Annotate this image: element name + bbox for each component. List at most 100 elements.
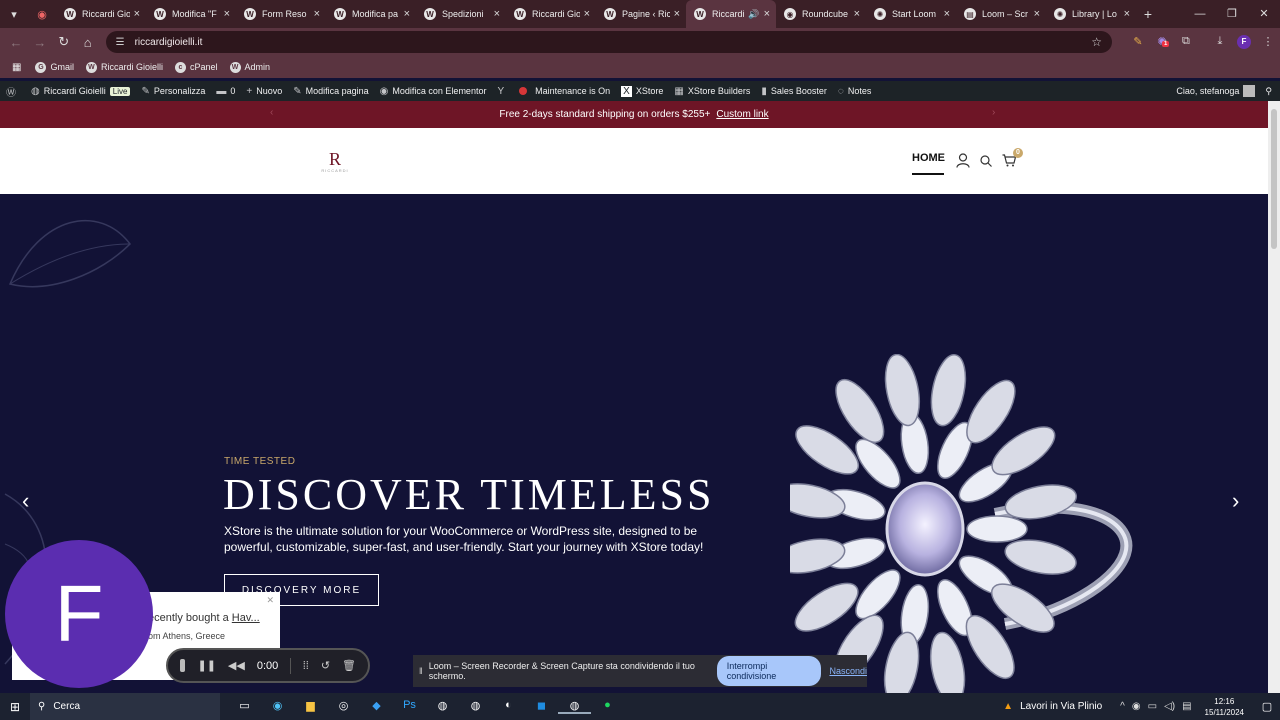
- browser-tab[interactable]: W Pagine ‹ Ric ×: [596, 0, 686, 28]
- windows-start-icon[interactable]: ⊞: [0, 700, 30, 714]
- pause-icon[interactable]: ❚❚: [197, 659, 215, 672]
- taskbar-search[interactable]: ⚲ Cerca: [30, 693, 220, 720]
- stop-recording-icon[interactable]: [180, 659, 186, 672]
- news-widget[interactable]: ▲ Lavori in Via Plinio: [1003, 701, 1102, 712]
- bookmark-item[interactable]: G Gmail: [35, 61, 74, 73]
- restore-icon[interactable]: ❐: [1216, 0, 1248, 28]
- site-logo[interactable]: R RICCARDI: [319, 150, 351, 173]
- wp-edit-page-link[interactable]: ✎ Modifica pagina: [293, 86, 368, 97]
- home-button[interactable]: ⌂: [76, 35, 100, 50]
- vscode-icon[interactable]: ◆: [360, 699, 393, 714]
- edge-icon[interactable]: ◉: [261, 699, 294, 714]
- tab-close-icon[interactable]: ×: [314, 8, 320, 20]
- slider-next-arrow-icon[interactable]: ›: [1232, 488, 1239, 514]
- yoast-icon[interactable]: Y: [497, 86, 508, 97]
- browser-tab[interactable]: ✺ Start Loom ×: [866, 0, 956, 28]
- wp-xstore-link[interactable]: X XStore: [621, 85, 663, 97]
- restart-icon[interactable]: ↺: [321, 659, 330, 672]
- promo-link[interactable]: Custom link: [716, 109, 768, 120]
- tab-close-icon[interactable]: ×: [404, 8, 410, 20]
- tray-chevron-icon[interactable]: ^: [1120, 701, 1125, 712]
- browser-tab[interactable]: W Spedizioni ×: [416, 0, 506, 28]
- tab-close-icon[interactable]: ×: [224, 8, 230, 20]
- download-icon[interactable]: ⤓: [1208, 35, 1232, 49]
- tray-app-icon[interactable]: ◉: [1132, 701, 1141, 712]
- loom-camera-bubble[interactable]: F: [5, 540, 153, 688]
- network-icon[interactable]: ▭: [1148, 701, 1157, 712]
- onepassword-icon[interactable]: ◐: [492, 699, 525, 714]
- bookmark-item[interactable]: W Riccardi Gioielli: [85, 61, 163, 73]
- wp-comments-link[interactable]: ▬ 0: [216, 86, 235, 97]
- browser-tab[interactable]: ▤ Loom – Scr ×: [956, 0, 1046, 28]
- tab-close-icon[interactable]: ×: [134, 8, 140, 20]
- search-icon[interactable]: [980, 154, 992, 170]
- slider-prev-arrow-icon[interactable]: ‹: [22, 488, 29, 514]
- bookmark-item[interactable]: c cPanel: [174, 61, 218, 73]
- tab-close-icon[interactable]: ×: [854, 8, 860, 20]
- popup-close-icon[interactable]: ✕: [266, 595, 274, 606]
- scrollbar-thumb[interactable]: [1271, 109, 1277, 249]
- tab-close-icon[interactable]: ×: [764, 8, 770, 20]
- user-avatar[interactable]: [1243, 85, 1256, 97]
- wp-site-name[interactable]: ◍ Riccardi Gioielli Live: [31, 86, 131, 97]
- cart-icon[interactable]: 0: [1002, 148, 1023, 170]
- browser-tab[interactable]: W Form Reso ×: [236, 0, 326, 28]
- browser-menu-icon[interactable]: ⋮: [1256, 35, 1280, 49]
- site-settings-icon[interactable]: ☰: [116, 37, 125, 48]
- tab-close-icon[interactable]: ×: [494, 8, 500, 20]
- popup-product-link[interactable]: Hav...: [232, 612, 260, 624]
- wp-logo-icon[interactable]: Ⓦ: [6, 84, 20, 99]
- wp-search-icon[interactable]: ⚲: [1265, 86, 1272, 97]
- browser-tab[interactable]: W Riccardi Gio ×: [506, 0, 596, 28]
- outlook-icon[interactable]: ◼: [525, 699, 558, 714]
- address-bar[interactable]: ☰ riccardigioielli.it ☆: [105, 31, 1112, 53]
- back-button[interactable]: ←: [4, 35, 28, 50]
- task-view-icon[interactable]: ▭: [228, 699, 261, 714]
- drag-handle-icon[interactable]: ⁞⁞: [303, 660, 309, 672]
- profile-avatar[interactable]: F: [1232, 35, 1256, 49]
- keyboard-icon[interactable]: ▤: [1182, 701, 1191, 712]
- wp-sales-booster-link[interactable]: ▮ Sales Booster: [761, 86, 827, 97]
- file-explorer-icon[interactable]: ▆: [294, 699, 327, 714]
- spotify-icon[interactable]: ●: [591, 699, 624, 714]
- chrome-profile-icon[interactable]: ◍: [459, 699, 492, 714]
- nav-home[interactable]: HOME: [912, 152, 945, 175]
- bookmark-star-icon[interactable]: ☆: [1091, 35, 1102, 49]
- browser-tab[interactable]: W Riccardi Gio ×: [56, 0, 146, 28]
- browser-tab[interactable]: W Riccardi 🔊 ×: [686, 0, 776, 28]
- tab-close-icon[interactable]: ×: [674, 8, 680, 20]
- extensions-puzzle-icon[interactable]: ⧉: [1174, 35, 1198, 49]
- promo-next-arrow-icon[interactable]: ›: [992, 107, 995, 118]
- notifications-icon[interactable]: ▢: [1254, 700, 1280, 713]
- tab-audio-icon[interactable]: 🔊: [748, 9, 759, 20]
- loom-extension-icon[interactable]: ✺1: [1150, 35, 1174, 49]
- close-window-icon[interactable]: ✕: [1248, 0, 1280, 28]
- chrome-active-icon[interactable]: ◍: [558, 699, 591, 714]
- tab-menu-icon[interactable]: ▾: [0, 8, 28, 21]
- browser-tab[interactable]: W Modifica pa ×: [326, 0, 416, 28]
- browser-tab[interactable]: W Modifica "F ×: [146, 0, 236, 28]
- minimize-icon[interactable]: —: [1184, 0, 1216, 28]
- tab-close-icon[interactable]: ×: [1034, 8, 1040, 20]
- delete-recording-icon[interactable]: 🗑: [342, 659, 356, 672]
- hide-share-banner-link[interactable]: Nascondi: [829, 666, 867, 676]
- pen-extension-icon[interactable]: ✎: [1126, 35, 1150, 49]
- tab-close-icon[interactable]: ×: [1124, 8, 1130, 20]
- wp-edit-elementor-link[interactable]: ◉ Modifica con Elementor: [380, 86, 487, 97]
- tab-close-icon[interactable]: ×: [944, 8, 950, 20]
- forward-button[interactable]: →: [28, 35, 52, 50]
- bookmark-item[interactable]: W Admin: [229, 61, 270, 73]
- share-drag-handle-icon[interactable]: ‖: [419, 666, 423, 676]
- wp-maintenance-link[interactable]: Maintenance is On: [519, 86, 610, 96]
- browser-tab[interactable]: ✺ Library | Lo ×: [1046, 0, 1136, 28]
- volume-icon[interactable]: ◁): [1164, 701, 1175, 712]
- page-scrollbar[interactable]: [1268, 101, 1280, 693]
- new-tab-button[interactable]: +: [1136, 6, 1160, 22]
- wp-xstore-builders-link[interactable]: ▦ XStore Builders: [674, 86, 750, 97]
- wp-greeting[interactable]: Ciao, stefanoga: [1176, 86, 1239, 96]
- steam-icon[interactable]: ◎: [327, 699, 360, 714]
- promo-prev-arrow-icon[interactable]: ‹: [270, 107, 273, 118]
- browser-tab[interactable]: ◉ Roundcube ×: [776, 0, 866, 28]
- account-icon[interactable]: [956, 153, 970, 171]
- stop-sharing-button[interactable]: Interrompi condivisione: [716, 656, 822, 686]
